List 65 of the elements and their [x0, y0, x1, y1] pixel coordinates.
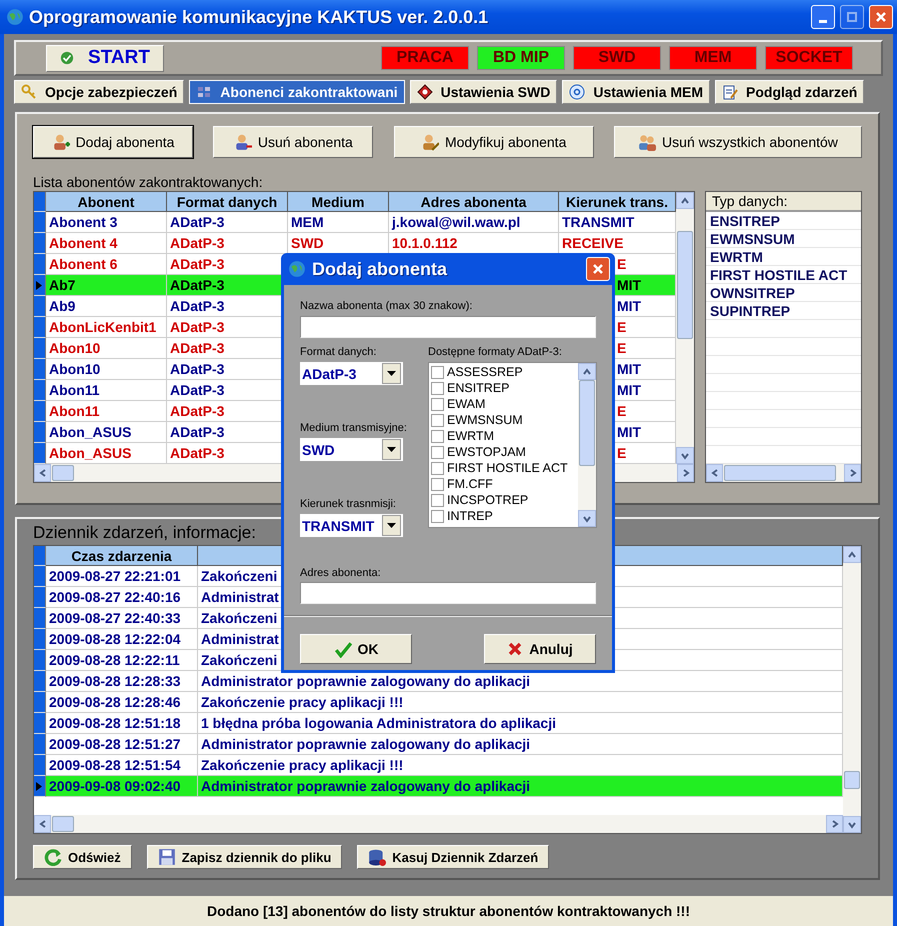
table-cell: Zakończenie pracy aplikacji !!! — [201, 757, 404, 773]
table-cell: Zakończeni — [201, 610, 278, 626]
window-title: Oprogramowanie komunikacyjne KAKTUS ver. 2.0.0.1 — [29, 6, 490, 28]
table-cell: RECEIVE — [562, 235, 624, 251]
table-cell: Zakończeni — [201, 652, 278, 668]
table-cell: 2009-09-08 09:02:40 — [46, 776, 198, 797]
table-cell: Administrator poprawnie zalogowany do aplikacji — [201, 736, 530, 752]
table-cell: 2009-08-28 12:28:46 — [46, 692, 198, 713]
table-cell: Administrat — [201, 589, 279, 605]
table-cell: Abon11 — [46, 380, 167, 401]
status-indicator: SOCKET — [765, 46, 853, 70]
table-cell: 2009-08-27 22:40:33 — [46, 608, 198, 629]
table-cell: 2009-08-28 12:28:33 — [46, 671, 198, 692]
table-cell: Ab9 — [46, 296, 167, 317]
list-header: Typ danych: — [706, 192, 861, 212]
log-title: Dziennik zdarzeń, informacje: — [33, 523, 256, 544]
field-label: Medium transmisyjne: — [300, 422, 404, 434]
field-label: Dostępne formaty ADatP-3: — [428, 346, 563, 358]
table-cell: ADatP-3 — [167, 233, 288, 254]
table-cell: MIT — [617, 298, 642, 314]
table-cell: Abonent 3 — [46, 212, 167, 233]
status-indicator: SWD — [573, 46, 661, 70]
status-indicator: MEM — [669, 46, 757, 70]
table-cell: Abon10 — [46, 359, 167, 380]
field-label: Adres abonenta: — [300, 567, 382, 579]
field-label: Kierunek trasnmisji: — [300, 498, 397, 510]
table-cell: MIT — [617, 361, 642, 377]
table-cell: Zakończeni — [201, 568, 278, 584]
table-cell: 2009-08-27 22:40:16 — [46, 587, 198, 608]
table-cell: E — [617, 256, 626, 272]
table-cell: 10.1.0.112 — [392, 235, 458, 251]
table-cell: 2009-08-28 12:22:11 — [46, 650, 198, 671]
table-cell: 2009-08-27 22:21:01 — [46, 566, 198, 587]
table-cell: E — [617, 340, 626, 356]
table-cell: E — [617, 403, 626, 419]
table-cell: MIT — [617, 382, 642, 398]
table-cell: Abonent 4 — [46, 233, 167, 254]
table-cell: Zakończenie pracy aplikacji !!! — [201, 694, 404, 710]
table-cell: Abon11 — [46, 401, 167, 422]
status-indicator: BD MIP — [477, 46, 565, 70]
table-cell: j.kowal@wil.waw.pl — [392, 214, 520, 230]
field-label: Format danych: — [300, 346, 378, 358]
table-cell: ADatP-3 — [167, 212, 288, 233]
field-label: Nazwa abonenta (max 30 znakow): — [300, 300, 474, 312]
status-indicator: PRACA — [381, 46, 469, 70]
table-cell: 2009-08-28 12:22:04 — [46, 629, 198, 650]
table-cell: MIT — [617, 277, 642, 293]
table-cell: Administrator poprawnie zalogowany do aplikacji — [201, 778, 530, 794]
table-cell: AbonLicKenbit1 — [46, 317, 167, 338]
table-cell: Ab7 — [46, 275, 167, 296]
table-cell: Administrator poprawnie zalogowany do aplikacji — [201, 673, 530, 689]
table-cell: Administrat — [201, 631, 279, 647]
table-cell: 1 błędna próba logowania Administratora do aplikacji — [201, 715, 556, 731]
table-cell: Abon10 — [46, 338, 167, 359]
table-cell: SWD — [291, 235, 324, 251]
table-cell: E — [617, 445, 626, 461]
table-cell: MIT — [617, 424, 642, 440]
table-cell: TRANSMIT — [562, 214, 634, 230]
status-message: Dodano [13] abonentów do listy struktur abonentów kontraktowanych !!! — [206, 903, 690, 919]
table-cell: 2009-08-28 12:51:27 — [46, 734, 198, 755]
table-cell: E — [617, 319, 626, 335]
table-cell: MEM — [291, 214, 324, 230]
table-cell: 2009-08-28 12:51:18 — [46, 713, 198, 734]
table-cell: Abon_ASUS — [46, 422, 167, 443]
list-label: Lista abonentów zakontraktowanych: — [33, 174, 264, 190]
